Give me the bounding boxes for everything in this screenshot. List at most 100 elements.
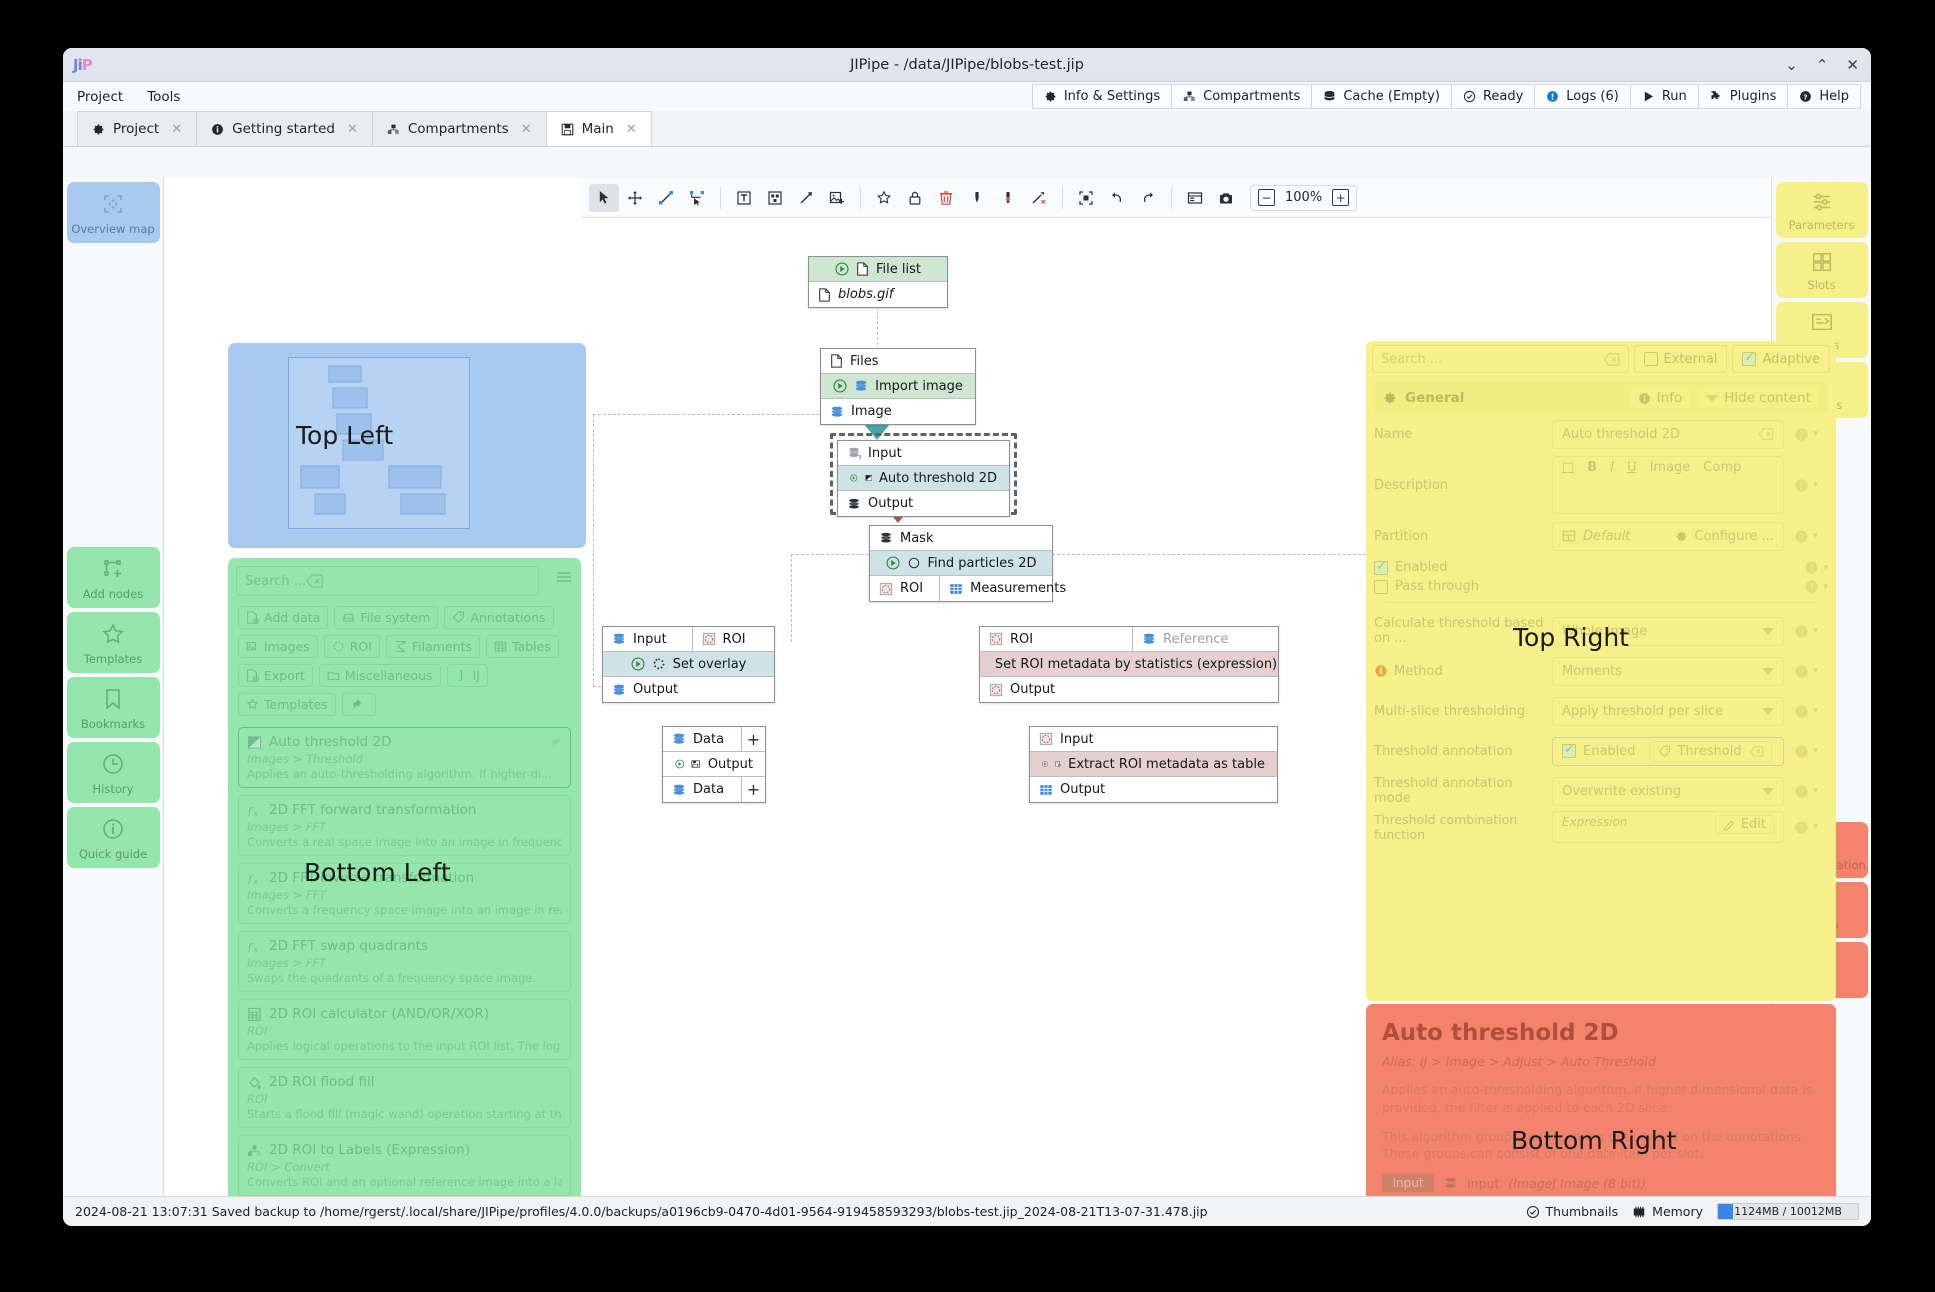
node-input-slots[interactable]: Data + [663,727,765,752]
move-icon[interactable] [620,184,650,212]
parameter-help[interactable]: ? ▾ [1784,664,1828,679]
overview-map-panel[interactable]: Top Left [228,343,586,548]
node-header[interactable]: Find particles 2D [870,551,1052,576]
help-button[interactable]: ? Help [1787,84,1861,109]
node-output-measurements[interactable]: Measurements [939,576,1075,601]
node-header[interactable]: File list [809,257,947,282]
node-set-roi-metadata[interactable]: ROI Reference Set ROI metadata by statis… [979,626,1279,703]
thumbnails-status[interactable]: Thumbnails [1526,1204,1619,1219]
node-set-overlay[interactable]: Input ROI Set overlay Out [602,626,775,703]
clear-icon[interactable] [1749,746,1764,757]
chip-roi[interactable]: ROI [324,635,380,658]
chip-tables[interactable]: Tables [486,635,559,658]
chip-templates[interactable]: Templates [238,693,336,716]
node-input-slot[interactable]: Files [821,349,975,374]
checkbox-box[interactable] [1374,580,1388,594]
chip-export[interactable]: Export [238,664,313,687]
chip-annotations[interactable]: Annotations [444,606,553,629]
sidebar-item-add-nodes[interactable]: Add nodes [67,547,160,608]
chip-imagej[interactable]: IJ [447,664,488,687]
node-search-input[interactable]: Search ... [236,566,539,596]
node-header[interactable]: Auto threshold 2D [838,466,1009,491]
clear-icon[interactable] [306,574,323,588]
node-input-roi[interactable]: ROI [980,627,1125,651]
editor-comp-button[interactable]: Comp [1703,460,1741,475]
node-output-slots[interactable]: ROI Measurements [870,576,1052,601]
node-output-data[interactable]: Data [663,777,734,802]
node-find-particles-2d[interactable]: Mask Find particles 2D ROI [869,525,1053,602]
play-icon[interactable] [835,262,849,276]
play-icon[interactable] [886,556,900,570]
adaptive-checkbox[interactable]: Adaptive [1732,345,1830,373]
partition-configure-button[interactable]: Configure ... [1675,529,1774,544]
add-input-slot-button[interactable]: + [741,727,765,751]
editor-italic-button[interactable]: I [1610,460,1614,475]
menu-item-tools[interactable]: Tools [147,89,180,105]
minimize-icon[interactable]: ⌄ [1785,58,1798,73]
node-output-roi[interactable]: ROI [870,576,932,601]
chip-miscellaneous[interactable]: Miscellaneous [319,664,441,687]
sidebar-item-templates[interactable]: Templates [67,612,160,673]
chip-add-data[interactable]: Add data [238,606,328,629]
node-input-slots[interactable]: Input ROI [603,627,774,652]
image-icon[interactable] [822,184,852,212]
select-connection-icon[interactable] [682,184,712,212]
node-header[interactable]: Import image [821,374,975,399]
plugins-button[interactable]: Plugins [1698,84,1789,109]
cache-button[interactable]: Cache (Empty) [1311,84,1452,109]
help-circle-icon[interactable]: ? [1804,579,1819,594]
layout-icon[interactable] [1180,184,1210,212]
node-toolbox-panel[interactable]: Search ... Add data File system Annotati… [228,558,581,1226]
parameter-help[interactable]: ? ▾ [1784,820,1828,835]
run-button[interactable]: Run [1630,84,1699,109]
node-input-image[interactable]: Input [603,627,685,651]
node-input-slots[interactable]: ROI Reference [980,627,1278,652]
pin-icon[interactable] [549,736,562,749]
zoom-out-button[interactable]: − [1258,189,1275,206]
method-dropdown[interactable]: Moments [1552,657,1784,686]
add-output-slot-button[interactable]: + [741,777,765,802]
parameters-search-input[interactable]: Search ... [1372,345,1629,373]
node-input-slot[interactable]: 8 Input [838,441,1009,466]
annotation-mode-dropdown[interactable]: Overwrite existing [1552,777,1784,806]
group-icon[interactable] [760,184,790,212]
camera-icon[interactable] [1211,184,1241,212]
tab-project[interactable]: Project ✕ [77,111,197,146]
parameter-help[interactable]: ? ▾ [1784,784,1828,799]
ready-button[interactable]: Ready [1451,84,1535,109]
combination-function-expression[interactable]: Expression Edit [1552,811,1784,843]
node-input-slot[interactable]: Mask [870,526,1052,551]
node-output-slots[interactable]: Data + [663,777,765,802]
play-icon[interactable] [631,657,645,671]
star-icon[interactable] [869,184,899,212]
sidebar-item-slots[interactable]: Slots [1776,242,1868,298]
editor-image-button[interactable]: Image [1650,460,1691,475]
threshold-annotation-group[interactable]: Enabled Threshold [1552,737,1784,766]
tab-close-icon[interactable]: ✕ [171,122,182,137]
node-input-slot[interactable]: Input [1030,727,1277,752]
sidebar-item-overview-map[interactable]: Overview map [67,182,160,243]
node-output-slot[interactable]: Output [603,677,774,702]
checkbox-box[interactable] [1562,744,1576,758]
compartments-button[interactable]: Compartments [1171,84,1312,109]
play-icon[interactable] [850,471,858,485]
clear-icon[interactable] [1603,353,1620,366]
logs-button[interactable]: Logs (6) [1534,84,1631,109]
chip-filaments[interactable]: Filaments [386,635,480,658]
sidebar-item-parameters[interactable]: Parameters [1776,182,1868,238]
clear-icon[interactable] [1758,428,1774,440]
editor-bold-button[interactable]: B [1587,460,1597,475]
play-icon[interactable] [675,757,684,771]
list-item[interactable]: 2D ROI calculator (AND/OR/XOR) ROI Appli… [238,999,571,1060]
chip-images[interactable]: Images [238,635,318,658]
threshold-annotation-input[interactable]: Threshold [1650,741,1772,762]
section-info-button[interactable]: Info [1630,387,1691,409]
editor-underline-button[interactable]: U [1627,460,1637,475]
parameter-help[interactable]: ? ▾ [1784,704,1828,719]
trash-icon[interactable] [931,184,961,212]
memory-status[interactable]: Memory [1632,1204,1703,1219]
node-output-slot[interactable]: Output [838,491,1009,516]
close-icon[interactable]: ✕ [1846,58,1859,73]
tab-close-icon[interactable]: ✕ [521,122,532,137]
memory-bar[interactable]: 1124MB / 10012MB [1717,1203,1859,1220]
